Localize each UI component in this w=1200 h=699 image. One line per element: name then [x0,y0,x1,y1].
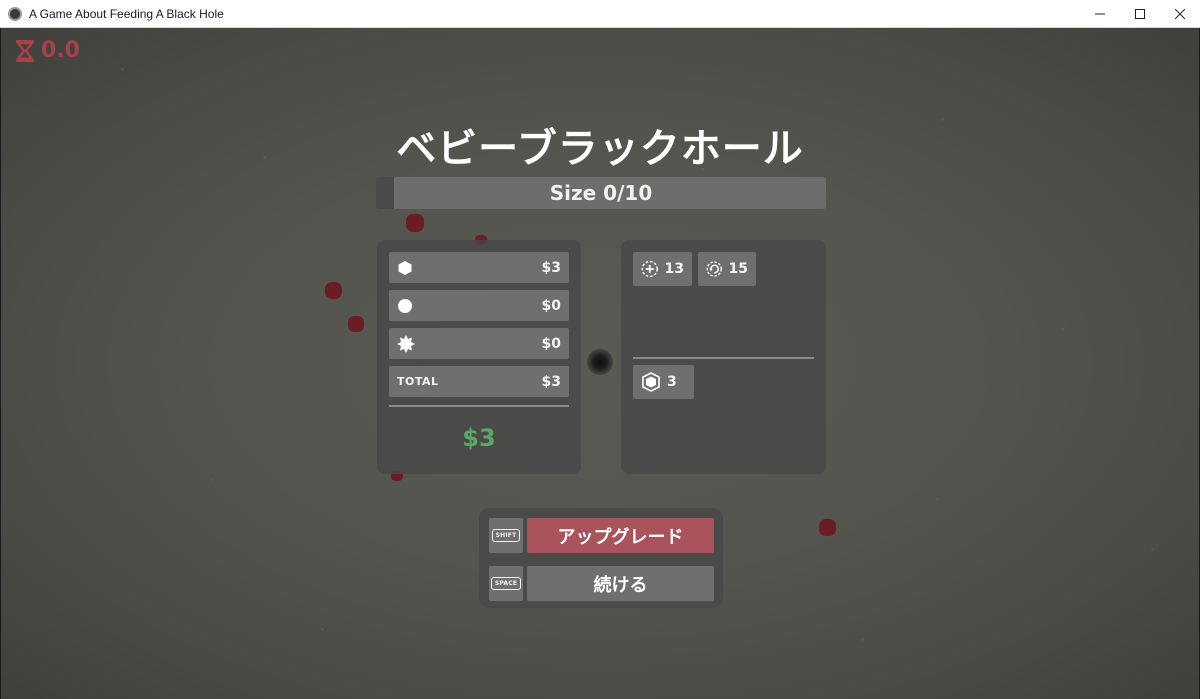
game-canvas[interactable]: 0.0 ベビーブラックホール Size 0/10 $3 $0 $0 TOTAL … [1,28,1199,699]
stats-panel: 13 15 3 [621,240,826,474]
stat-value: 3 [667,374,677,390]
earnings-value: $3 [541,259,561,276]
debris-chunk [348,316,364,332]
earnings-row-starburst: $0 [389,328,569,359]
minimize-icon [1095,13,1105,15]
starburst-icon [397,334,415,353]
background-speck [936,498,939,501]
dashed-rotate-circle-icon [706,261,722,277]
maximize-icon [1135,9,1145,19]
close-icon [1175,9,1185,19]
action-panel: SHIFT アップグレード SPACE 続ける [479,508,723,608]
stage-title: ベビーブラックホール [396,126,804,172]
stat-value: 13 [664,261,684,277]
dashed-plus-circle-icon [641,260,658,278]
background-speck [321,628,324,631]
earnings-total-row: TOTAL $3 [389,366,569,397]
maximize-button[interactable] [1120,0,1160,28]
stat-shield: 3 [633,365,694,399]
balance-value: $3 [462,424,496,452]
earnings-row-circle: $0 [389,290,569,321]
background-speck [121,68,124,71]
earnings-divider [389,405,569,407]
shift-key-hint: SHIFT [489,518,523,553]
hourglass-icon [16,39,34,62]
timer-display: 0.0 [15,38,80,63]
minimize-button[interactable] [1080,0,1120,28]
total-value: $3 [541,373,561,390]
black-hole-app-icon [8,6,22,21]
shield-hexagon-icon [642,372,660,392]
shift-keycap: SHIFT [491,529,521,542]
stat-gain: 13 [633,252,692,286]
background-speck [861,638,864,641]
space-key-hint: SPACE [489,566,523,601]
upgrade-button[interactable]: アップグレード [527,518,714,553]
total-label: TOTAL [397,375,439,388]
debris-chunk [325,282,342,299]
stat-value: 15 [728,261,748,277]
size-progress-label: Size 0/10 [549,181,653,205]
timer-value: 0.0 [41,38,80,63]
background-speck [1151,548,1154,551]
background-speck [1061,328,1064,331]
debris-chunk [406,214,424,232]
continue-button[interactable]: 続ける [527,566,714,601]
hexagon-icon [398,260,412,275]
size-progress-bar: Size 0/10 [376,177,826,209]
earnings-value: $0 [541,297,561,314]
window-controls [1080,0,1200,28]
background-speck [211,478,214,481]
window-titlebar: A Game About Feeding A Black Hole [0,0,1200,28]
earnings-panel: $3 $0 $0 TOTAL $3 $3 [377,240,581,474]
circle-icon [398,298,412,313]
close-button[interactable] [1160,0,1200,28]
window-title: A Game About Feeding A Black Hole [29,6,224,21]
earnings-value: $0 [541,335,561,352]
stat-spin: 15 [698,252,756,286]
debris-chunk [819,519,836,536]
black-hole [587,349,613,375]
stats-divider [633,357,814,359]
earnings-row-hexagon: $3 [389,252,569,283]
space-keycap: SPACE [490,577,522,590]
